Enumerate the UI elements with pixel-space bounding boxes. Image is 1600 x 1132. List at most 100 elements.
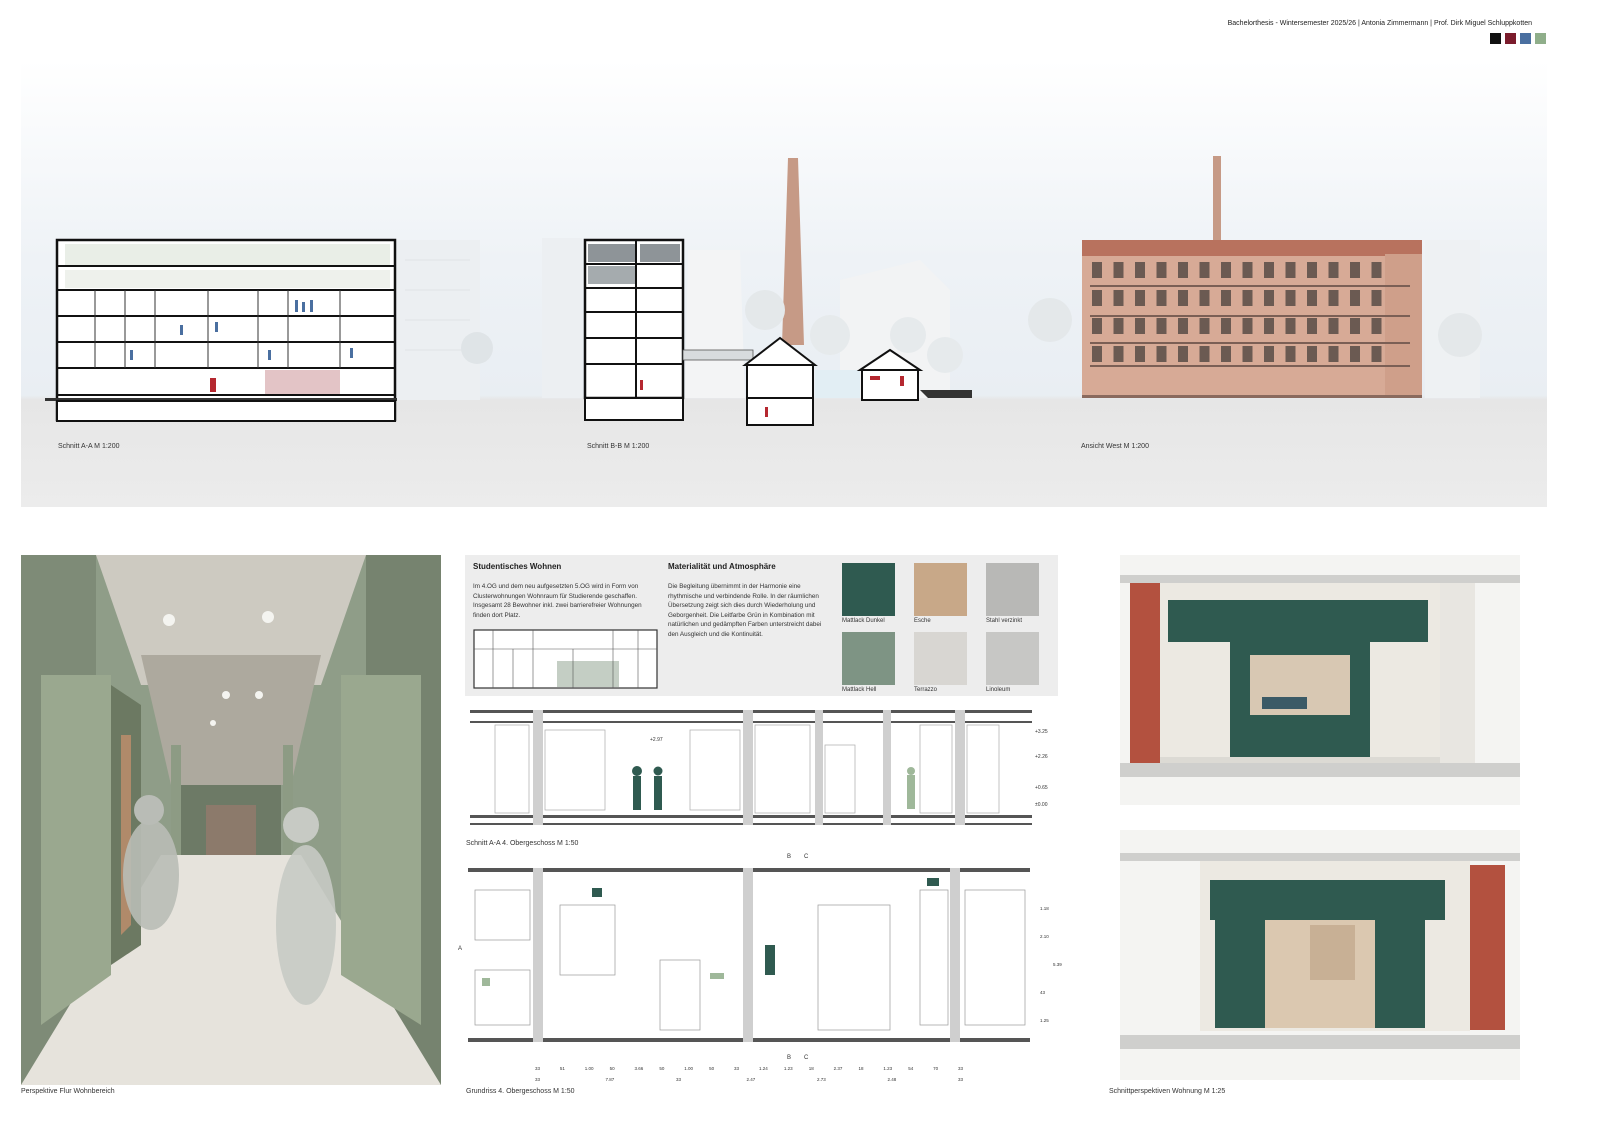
axis-label-c-bottom: C [804, 1055, 809, 1061]
plan-side-dimension-label: 1.18 [1040, 906, 1049, 911]
plan-dimension-label: 70 [933, 1066, 939, 1071]
plan-dimension-label: 50 [610, 1066, 616, 1071]
plan-dimension-label: 33 [535, 1066, 541, 1071]
elevation-window [1285, 290, 1296, 306]
elevation-window [1199, 346, 1210, 362]
plan-side-dimension-label: 2.10 [1040, 934, 1049, 939]
elevation-window [1199, 262, 1210, 278]
caption-plan-4og: Grundriss 4. Obergeschoss M 1:50 [466, 1088, 575, 1095]
plan-dimension-label: 50 [709, 1066, 715, 1071]
elevation-window [1242, 290, 1253, 306]
elevation-window [1221, 290, 1231, 306]
elevation-window [1328, 346, 1339, 362]
elevation-window [1135, 346, 1145, 362]
elevation-window [1328, 262, 1339, 278]
plan-dimension-label: 3.66 [635, 1066, 644, 1071]
caption-render: Perspektive Flur Wohnbereich [21, 1088, 115, 1095]
caption-right: Schnittperspektiven Wohnung M 1:25 [1109, 1088, 1226, 1095]
elevation-window [1135, 262, 1145, 278]
elevation-window [1371, 346, 1382, 362]
elevation-window [1092, 346, 1102, 362]
elevation-window [1156, 290, 1167, 306]
plan-dimension-label: 33 [734, 1066, 740, 1071]
elevation-window [1328, 290, 1339, 306]
elevation-window [1199, 318, 1210, 334]
section-4og-drawing: +2.97 +3.25 +2.26 +0.65 ±0.00 [470, 710, 1048, 825]
plan-dimension-label: 18 [809, 1066, 815, 1071]
elevation-window [1178, 290, 1188, 306]
elevation-window [1156, 346, 1167, 362]
elevation-window [1113, 318, 1124, 334]
axis-label-c-top: C [804, 854, 809, 860]
axis-label-a-left: A [458, 946, 462, 952]
palette-swatch-blue [1520, 33, 1531, 44]
plan-dimension-label: 33 [676, 1077, 682, 1082]
plan-dimension-label: 33 [958, 1066, 964, 1071]
plan-dimension-label: 33 [535, 1077, 541, 1082]
elevation-window [1371, 262, 1382, 278]
material-label-stahl: Stahl verzinkt [986, 618, 1023, 624]
material-label-terrazzo: Terrazzo [914, 687, 938, 693]
elevation-window [1092, 262, 1102, 278]
elevation-window [1350, 262, 1360, 278]
section-bb-drawing [542, 158, 972, 426]
material-label-esche: Esche [914, 618, 931, 624]
plan-dimension-label: 51 [560, 1066, 566, 1071]
elevation-window [1156, 262, 1167, 278]
level-226: +2.26 [1035, 754, 1048, 760]
elevation-window [1328, 318, 1339, 334]
plan-dimension-label: 1.00 [684, 1066, 693, 1071]
level-000: ±0.00 [1035, 802, 1048, 808]
axis-label-b-top: B [787, 854, 791, 860]
material-swatch-stahl [986, 563, 1039, 616]
elevation-window [1285, 262, 1296, 278]
plan-dimension-label: 2.48 [888, 1077, 897, 1082]
palette-swatch-green [1535, 33, 1546, 44]
elevation-window [1242, 346, 1253, 362]
elevation-window [1264, 262, 1274, 278]
plan-dimension-label: 1.23 [784, 1066, 793, 1071]
caption-section-bb: Schnitt B-B M 1:200 [587, 443, 650, 450]
material-swatch-mattlack-hell [842, 632, 895, 685]
elevation-window [1242, 262, 1253, 278]
header-credit: Bachelorthesis - Wintersemester 2025/26 … [1227, 20, 1532, 27]
elevation-window [1178, 318, 1188, 334]
elevation-window [1178, 346, 1188, 362]
material-swatch-mattlack-dunkel [842, 563, 895, 616]
heading-materiality: Materialität und Atmosphäre [668, 562, 776, 571]
caption-section-aa: Schnitt A-A M 1:200 [58, 443, 120, 450]
elevation-window [1092, 290, 1102, 306]
caption-elevation-west: Ansicht West M 1:200 [1081, 443, 1149, 450]
elevation-window [1221, 346, 1231, 362]
elevation-window [1264, 290, 1274, 306]
plan-dimension-label: 2.47 [747, 1077, 756, 1082]
material-swatch-terrazzo [914, 632, 967, 685]
elevation-window [1199, 290, 1210, 306]
text-materiality: Die Begleitung übernimmt in der Harmonie… [668, 583, 822, 638]
plan-side-dimension-label: 1.25 [1040, 1018, 1049, 1023]
elevation-window [1307, 290, 1317, 306]
palette-swatch-black [1490, 33, 1501, 44]
elevation-window [1264, 346, 1274, 362]
text-student-housing: Im 4.OG und dem neu aufgesetzten 5.OG wi… [473, 583, 642, 619]
elevation-window [1092, 318, 1102, 334]
elevation-window [1221, 262, 1231, 278]
elevation-window [1113, 290, 1124, 306]
plan-dimension-label: 1.23 [883, 1066, 892, 1071]
elevation-window [1156, 318, 1167, 334]
elevation-window [1264, 318, 1274, 334]
elevation-window [1135, 318, 1145, 334]
level-065: +0.65 [1035, 785, 1048, 791]
plan-dimension-label: 50 [659, 1066, 665, 1071]
plan-dimension-label: 18 [858, 1066, 864, 1071]
plan-dimension-label: 54 [908, 1066, 914, 1071]
plan-dimension-label: 33 [958, 1077, 964, 1082]
elevation-window [1371, 290, 1382, 306]
material-label-linoleum: Linoleum [986, 687, 1011, 693]
elevation-window [1307, 318, 1317, 334]
plan-dimension-label: 2.73 [817, 1077, 826, 1082]
info-panel: Studentisches Wohnen Im 4.OG und dem neu… [465, 555, 1058, 696]
elevation-window [1242, 318, 1253, 334]
elevation-window [1113, 346, 1124, 362]
elevation-window [1307, 262, 1317, 278]
